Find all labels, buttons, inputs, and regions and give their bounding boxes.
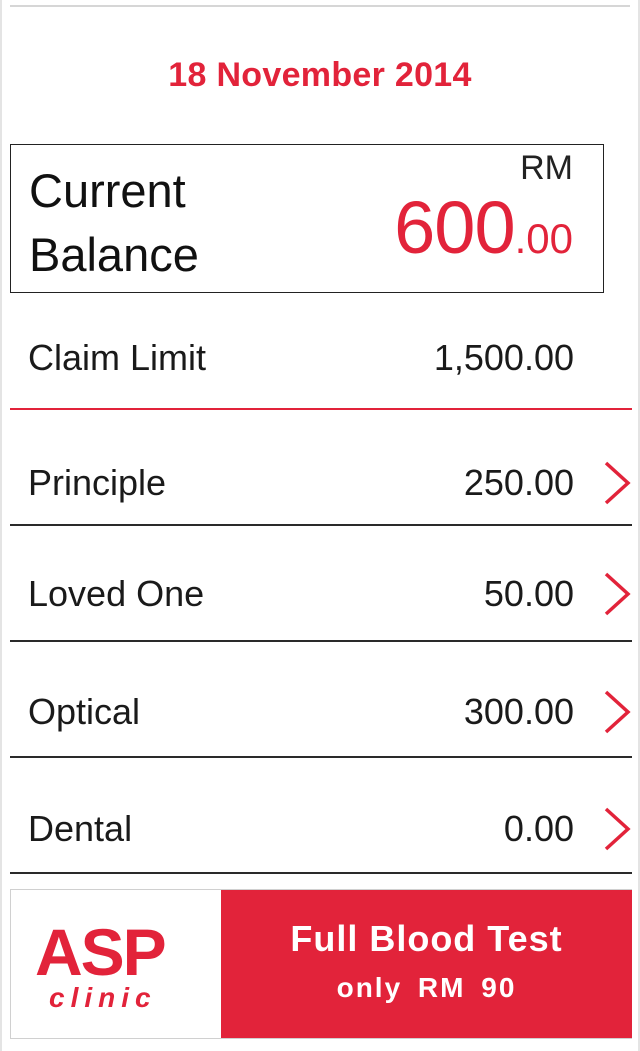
category-value: 0.00 [503,808,574,849]
balance-label: Current Balance [29,159,199,287]
row-divider [10,756,632,758]
claim-limit-value: 1,500.00 [433,337,574,378]
top-divider [10,5,630,7]
balance-label-line2: Balance [29,228,199,281]
promo-banner[interactable]: ASP clinic Full Blood Test only RM 90 [10,889,632,1039]
balance-currency: RM [520,149,573,187]
balance-label-line1: Current [29,164,186,217]
row-divider [10,524,632,526]
asp-clinic-logo: ASP clinic [11,890,221,1038]
claim-limit-divider [10,408,632,410]
balance-amount-decimal: .00 [514,215,573,262]
row-divider [10,872,632,874]
balance-amount-integer: 600 [394,186,515,269]
claim-limit-label: Claim Limit [28,337,207,378]
category-label: Optical [28,691,141,732]
category-label: Principle [28,462,167,503]
category-value: 50.00 [483,573,574,614]
logo-subtext: clinic [49,982,157,1013]
category-label: Loved One [28,573,205,614]
promo-price: only RM 90 [336,972,517,1003]
category-row-principle[interactable]: Principle 250.00 [10,443,632,523]
current-balance-card: Current Balance RM 600.00 [10,144,604,293]
left-edge [0,0,2,1051]
promo-headline: Full Blood Test [290,918,563,959]
claim-limit-row: Claim Limit 1,500.00 [10,318,632,398]
current-date: 18 November 2014 [168,56,472,94]
balance-amount: 600.00 [394,185,573,270]
chevron-right-icon [604,461,631,505]
category-value: 250.00 [463,462,574,503]
category-row-dental[interactable]: Dental 0.00 [10,789,632,869]
row-divider [10,640,632,642]
chevron-right-icon [604,690,631,734]
category-value: 300.00 [463,691,574,732]
category-label: Dental [28,808,133,849]
chevron-right-icon [604,572,631,616]
logo-text: ASP [35,915,167,989]
category-row-optical[interactable]: Optical 300.00 [10,672,632,752]
chevron-right-icon [604,807,631,851]
promo-panel: Full Blood Test only RM 90 [221,890,632,1038]
category-row-loved-one[interactable]: Loved One 50.00 [10,554,632,634]
